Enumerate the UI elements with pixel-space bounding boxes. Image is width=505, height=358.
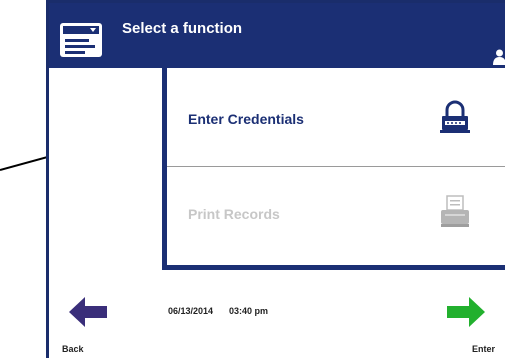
enter-arrow-icon[interactable] (447, 297, 485, 327)
device-screen: Select a function Enter Credentials Prin… (46, 0, 505, 358)
menu-card-icon[interactable] (59, 22, 103, 58)
lock-icon (440, 100, 470, 133)
back-button-label: Back (62, 344, 84, 354)
function-label: Enter Credentials (188, 111, 304, 127)
date-display: 06/13/2014 (168, 306, 214, 316)
enter-button-label: Enter (472, 344, 496, 354)
function-print-records: Print Records (167, 167, 505, 265)
page-title: Select a function (122, 20, 243, 37)
time-display: 03:40 pm (229, 306, 269, 316)
function-enter-credentials[interactable]: Enter Credentials (167, 68, 505, 166)
printer-icon (441, 195, 469, 227)
user-icon (493, 49, 505, 65)
function-label: Print Records (188, 206, 280, 222)
back-arrow-icon[interactable] (69, 297, 107, 327)
function-list: Enter Credentials Print Records (162, 68, 505, 270)
page: Select a function Enter Credentials Prin… (0, 0, 505, 358)
header-bar: Select a function (49, 3, 505, 68)
